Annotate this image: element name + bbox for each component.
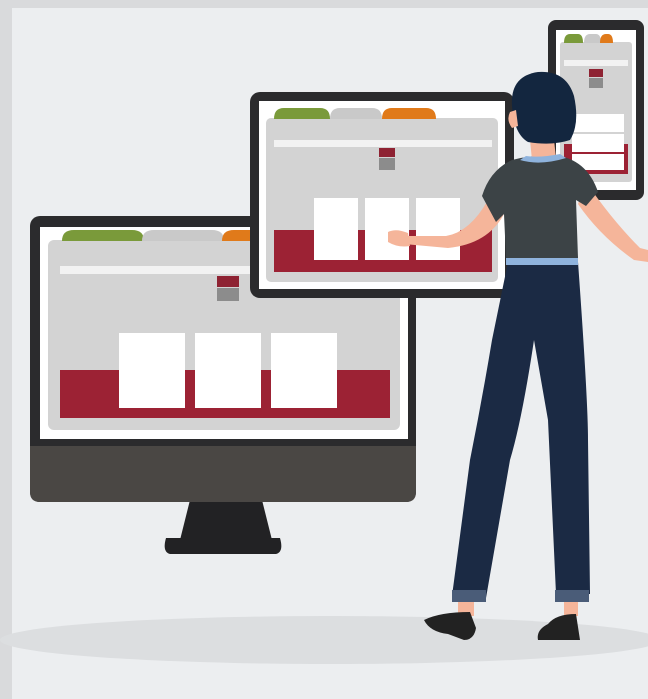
monitor-stand-neck (180, 500, 272, 540)
phone-logo-top (589, 69, 603, 77)
tablet-tab-green (274, 108, 330, 119)
person-right-cuff (555, 590, 589, 602)
person-left-cuff (452, 590, 486, 602)
phone-tab-gray (584, 34, 601, 43)
monitor-logo-bottom (217, 288, 239, 301)
responsive-design-illustration (0, 0, 648, 699)
phone-tab-green (564, 34, 583, 43)
tablet-card-2 (365, 198, 409, 260)
tablet-device (250, 92, 514, 298)
monitor-logo-top (217, 276, 239, 287)
monitor-stand-base (164, 538, 282, 554)
person-hair (511, 71, 577, 144)
monitor-card-2 (195, 333, 261, 408)
tablet-tab-gray (330, 108, 382, 119)
monitor-card-3 (271, 333, 337, 408)
tablet-card-3 (416, 198, 460, 260)
tablet-tab-orange (382, 108, 436, 119)
monitor-card-1 (119, 333, 185, 408)
tablet-card-1 (314, 198, 358, 260)
monitor-tab-green (62, 230, 144, 241)
phone-header-bar (564, 60, 628, 66)
monitor-chin (30, 446, 416, 502)
monitor-tab-gray (142, 230, 224, 241)
person-right-ankle (564, 602, 578, 616)
tablet-header-bar (274, 140, 492, 147)
illustration-stage (0, 0, 648, 699)
phone-card-1 (572, 114, 624, 132)
phone-card-2 (572, 134, 624, 152)
phone-logo-bottom (589, 78, 603, 88)
tablet-logo-bottom (379, 158, 395, 170)
tablet-logo-top (379, 148, 395, 157)
